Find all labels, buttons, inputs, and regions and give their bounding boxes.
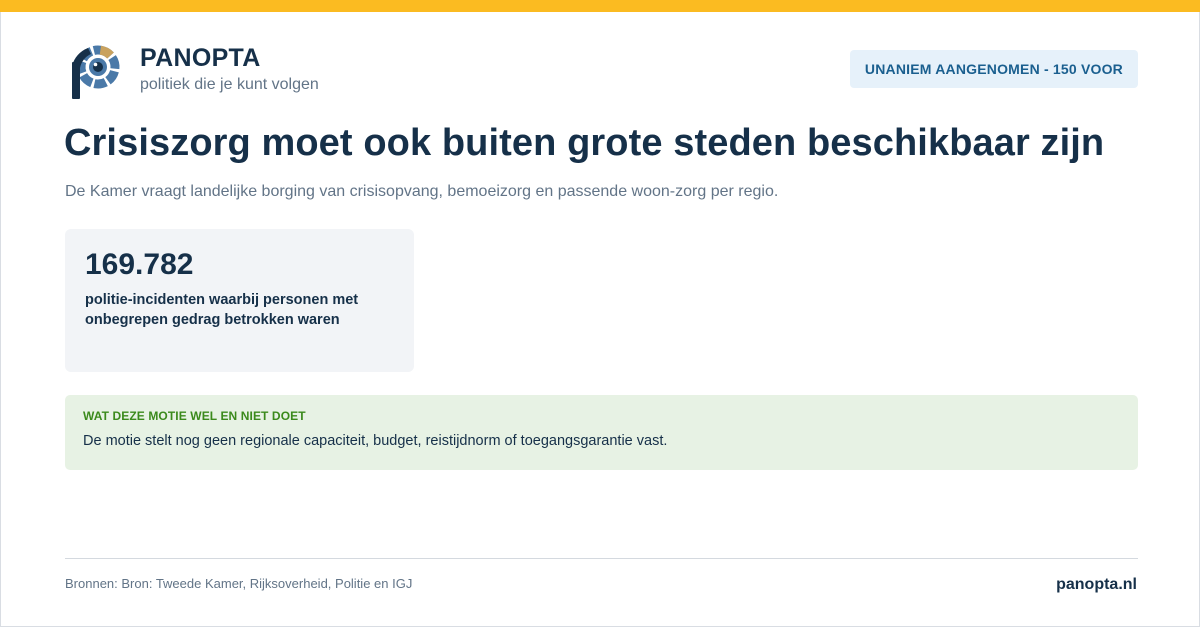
page-title: Crisiszorg moet ook buiten grote steden … [64, 122, 1105, 164]
footer-divider [65, 558, 1138, 559]
brand-name: PANOPTA [140, 44, 261, 72]
site-link[interactable]: panopta.nl [1056, 576, 1137, 594]
stat-label: politie-incidenten waarbij personen met … [85, 292, 359, 328]
stat-card: 169.782 politie-incidenten waarbij perso… [65, 229, 414, 372]
page-subtitle: De Kamer vraagt landelijke borging van c… [65, 183, 779, 200]
header: PANOPTA politiek die je kunt volgen UNAN… [64, 42, 1138, 102]
accent-top-bar [0, 0, 1200, 12]
share-card: PANOPTA politiek die je kunt volgen UNAN… [0, 0, 1200, 627]
sources-text: Bronnen: Bron: Tweede Kamer, Rijksoverhe… [65, 576, 413, 591]
panopta-eye-logo-icon [68, 42, 122, 100]
notice-heading: WAT DEZE MOTIE WEL EN NIET DOET [83, 409, 306, 423]
brand-tagline: politiek die je kunt volgen [140, 76, 319, 93]
motion-scope-notice: WAT DEZE MOTIE WEL EN NIET DOET De motie… [65, 395, 1138, 470]
stat-value: 169.782 [85, 248, 194, 281]
vote-result-badge: UNANIEM AANGENOMEN - 150 VOOR [849, 50, 1138, 88]
notice-text: De motie stelt nog geen regionale capaci… [83, 433, 668, 449]
